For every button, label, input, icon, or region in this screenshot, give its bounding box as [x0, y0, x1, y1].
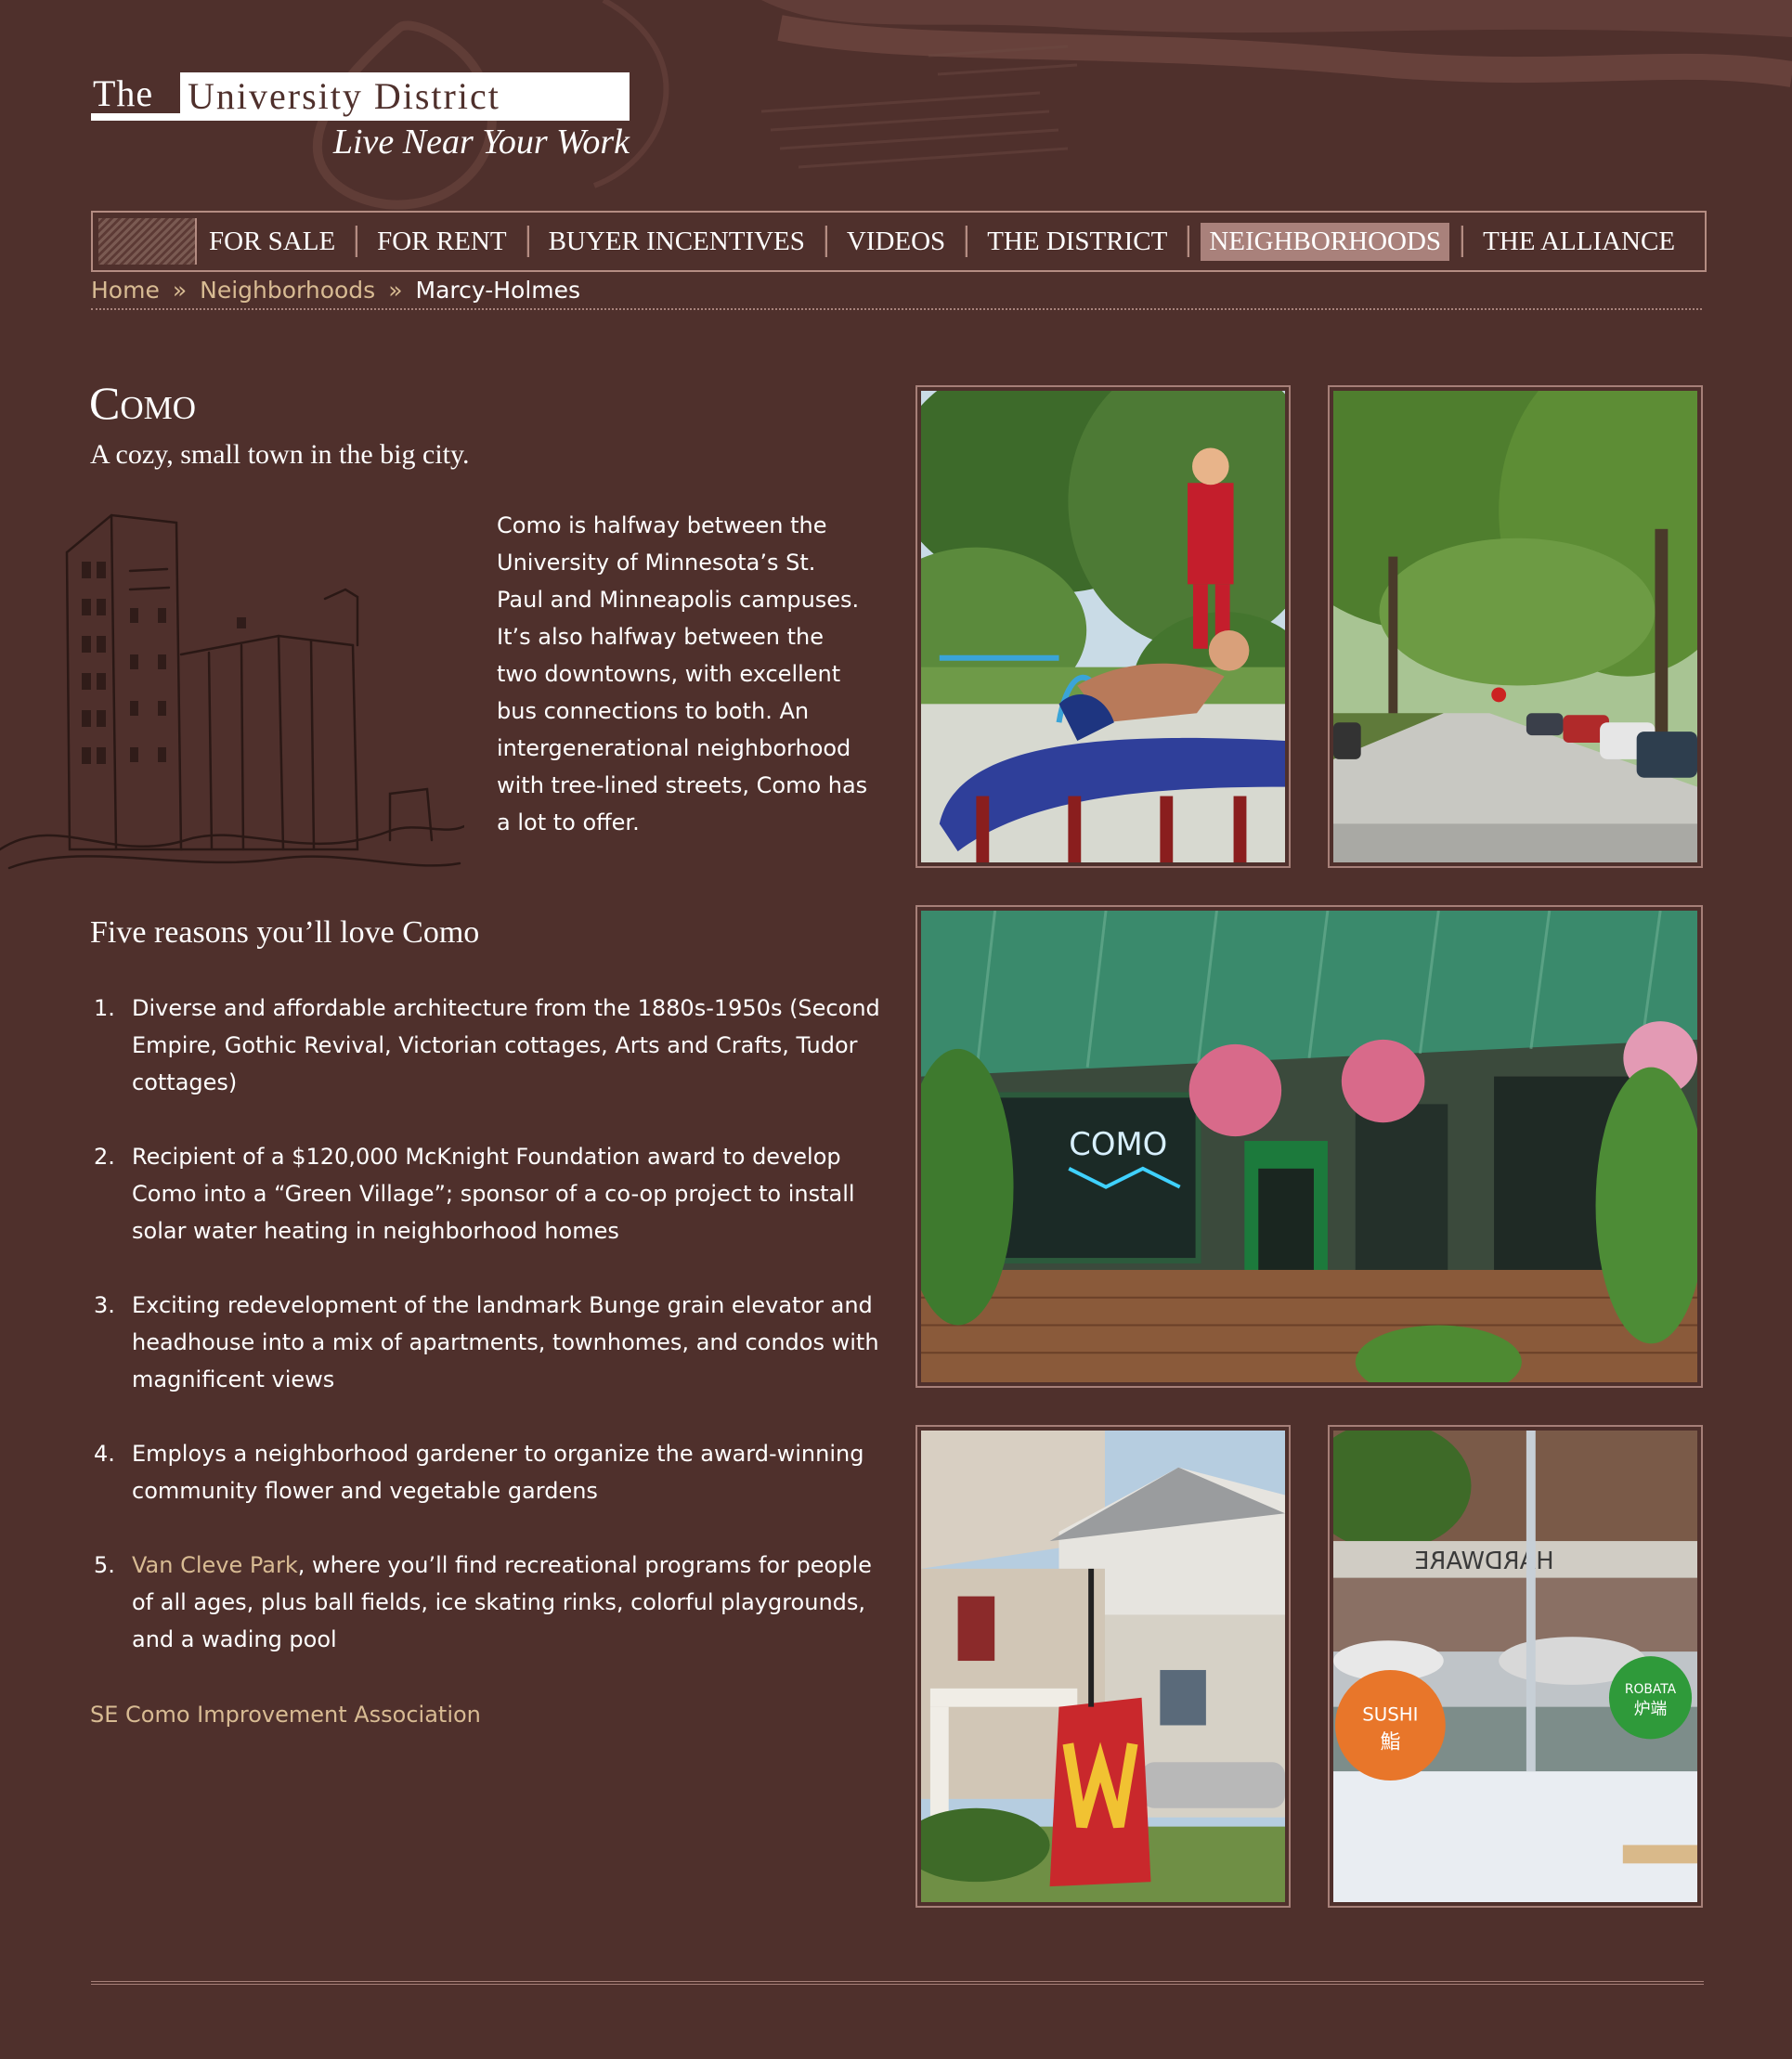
reasons-heading: Five reasons you’ll love Como	[90, 915, 480, 950]
photo-kids-playground	[915, 385, 1291, 868]
list-item: 4. Employs a neighborhood gardener to org…	[90, 1435, 884, 1509]
photo-sushi-window: HARDWARE SUSHI 鮨 ROBATA 炉端	[1328, 1425, 1703, 1908]
photo-house-painted-stump	[915, 1425, 1291, 1908]
list-item: 5. Van Cleve Park, where you’ll find recr…	[90, 1547, 884, 1658]
sushi-sign-text: SUSHI	[1362, 1704, 1418, 1726]
logo-the-text: The	[91, 72, 180, 121]
nav-pattern-swatch	[98, 218, 197, 265]
van-cleve-park-link[interactable]: Van Cleve Park	[132, 1552, 298, 1578]
nav-item-videos[interactable]: VIDEOS	[838, 223, 954, 261]
list-number: 1.	[94, 995, 115, 1021]
reason-text: Exciting redevelopment of the landmark B…	[132, 1292, 879, 1392]
breadcrumb-separator: »	[388, 277, 403, 304]
grain-elevator-sketch	[0, 513, 464, 870]
robata-sign-text: ROBATA	[1625, 1682, 1677, 1697]
list-number: 5.	[94, 1552, 115, 1578]
photo-tree-lined-street	[1328, 385, 1703, 868]
list-item: 1. Diverse and affordable architecture fr…	[90, 990, 884, 1101]
breadcrumb-current: Marcy-Holmes	[415, 277, 581, 304]
nav-divider	[526, 226, 529, 257]
nav-item-for-rent[interactable]: FOR RENT	[369, 223, 514, 261]
breadcrumb-neighborhoods-link[interactable]: Neighborhoods	[200, 277, 375, 304]
nav-divider	[1461, 226, 1464, 257]
nav-divider	[355, 226, 358, 257]
sushi-sign-kanji: 鮨	[1380, 1730, 1400, 1754]
reason-text: Recipient of a $120,000 McKnight Foundat…	[132, 1144, 855, 1244]
list-item: 2. Recipient of a $120,000 McKnight Found…	[90, 1138, 884, 1250]
nav-divider	[965, 226, 968, 257]
nav-item-the-district[interactable]: THE DISTRICT	[979, 223, 1175, 261]
breadcrumb: Home » Neighborhoods » Marcy-Holmes	[91, 275, 1702, 310]
page-subtitle: A cozy, small town in the big city.	[90, 439, 470, 470]
reason-text: Employs a neighborhood gardener to organ…	[132, 1441, 864, 1504]
se-como-association-link[interactable]: SE Como Improvement Association	[90, 1696, 481, 1733]
reason-text: Diverse and affordable architecture from…	[132, 995, 880, 1095]
nav-item-the-alliance[interactable]: THE ALLIANCE	[1474, 223, 1683, 261]
nav-list: FOR SALE FOR RENT BUYER INCENTIVES VIDEO…	[201, 220, 1683, 263]
main-nav: FOR SALE FOR RENT BUYER INCENTIVES VIDEO…	[91, 211, 1707, 272]
list-number: 4.	[94, 1441, 115, 1467]
robata-sign-kanji: 炉端	[1634, 1700, 1668, 1719]
nav-item-for-sale[interactable]: FOR SALE	[201, 223, 344, 261]
breadcrumb-home-link[interactable]: Home	[91, 277, 160, 304]
header-background-texture	[312, 0, 1792, 210]
site-logo[interactable]: The University District Live Near Your W…	[91, 72, 630, 165]
page-title: Como	[89, 377, 197, 429]
footer-divider	[91, 1981, 1704, 1985]
nav-divider	[824, 226, 827, 257]
list-item: 3. Exciting redevelopment of the landmark…	[90, 1287, 884, 1398]
nav-item-neighborhoods[interactable]: NEIGHBORHOODS	[1201, 222, 1450, 261]
breadcrumb-separator: »	[172, 277, 188, 304]
nav-item-buyer-incentives[interactable]: BUYER INCENTIVES	[540, 223, 813, 261]
list-number: 2.	[94, 1144, 115, 1170]
intro-paragraph: Como is halfway between the University o…	[497, 512, 868, 835]
reasons-list: 1. Diverse and affordable architecture fr…	[90, 990, 884, 1695]
logo-tagline: Live Near Your Work	[332, 123, 630, 162]
list-number: 3.	[94, 1292, 115, 1318]
photo-storefront: COMO	[915, 905, 1703, 1388]
logo-name-text: University District	[188, 75, 500, 117]
storefront-neon-sign: COMO	[1069, 1126, 1167, 1162]
nav-divider	[1187, 226, 1190, 257]
